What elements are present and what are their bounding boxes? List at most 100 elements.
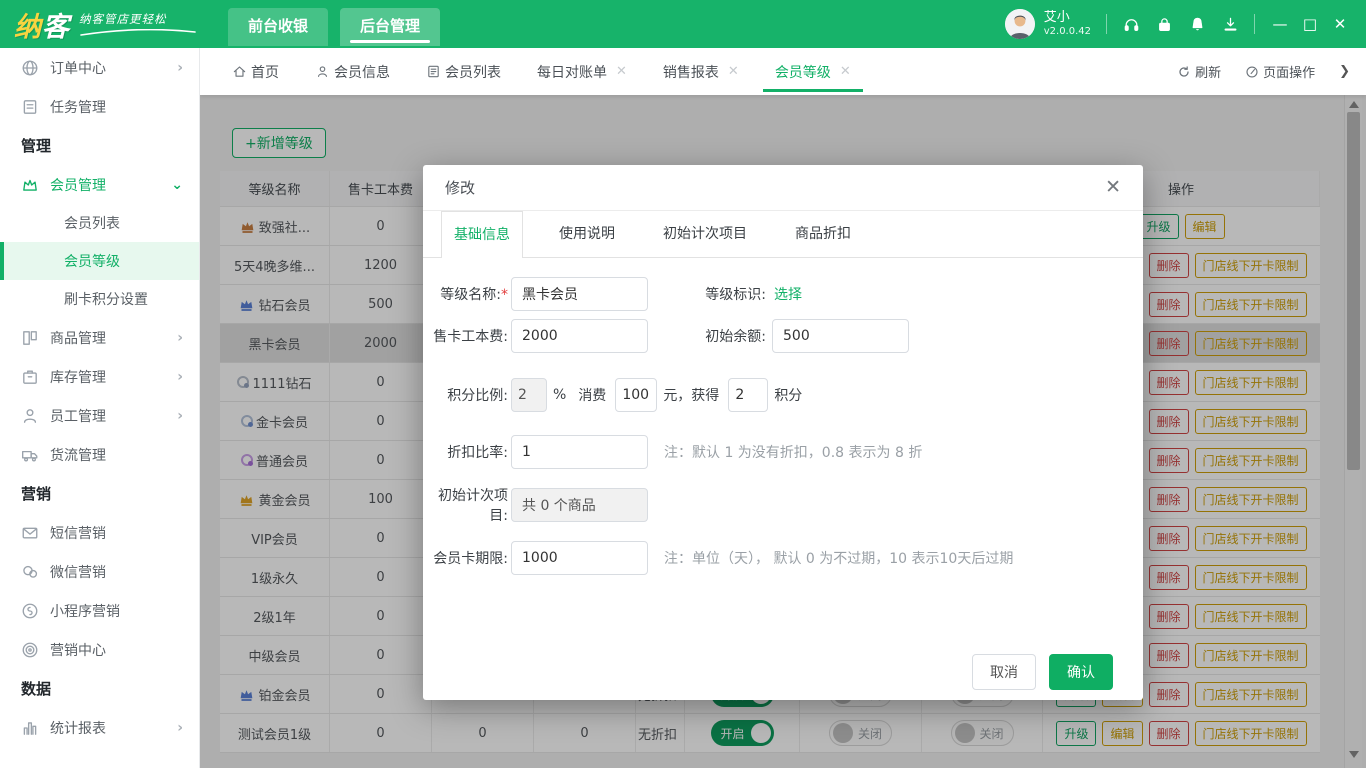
download-icon[interactable] — [1221, 15, 1239, 33]
chevron-icon: › — [177, 369, 183, 385]
globe-icon — [21, 59, 39, 77]
consume-amount-input[interactable] — [615, 378, 657, 412]
tab-每日对账单[interactable]: 每日对账单✕ — [529, 48, 635, 95]
chevron-right-icon[interactable]: ❯ — [1339, 64, 1350, 79]
sidebar-item-label: 任务管理 — [50, 97, 106, 117]
tab-label: 会员等级 — [775, 62, 831, 82]
mode-tab-admin[interactable]: 后台管理 — [340, 8, 440, 46]
sidebar-item-5[interactable]: 会员等级 — [0, 242, 199, 280]
logo-char-2: 客 — [42, 12, 70, 43]
sidebar-item-label: 货流管理 — [50, 445, 106, 465]
sidebar-item-10[interactable]: 货流管理 — [0, 435, 199, 474]
mode-tab-pos[interactable]: 前台收银 — [228, 8, 328, 46]
sidebar-item-1[interactable]: 任务管理 — [0, 87, 199, 126]
sidebar-item-label: 订单中心 — [50, 58, 106, 78]
tab-close-icon[interactable]: ✕ — [616, 64, 627, 79]
task-icon — [21, 98, 39, 116]
maximize-button[interactable]: □ — [1300, 17, 1320, 32]
modal-tab-使用说明[interactable]: 使用说明 — [547, 211, 627, 258]
modal-tab-基础信息[interactable]: 基础信息 — [441, 211, 523, 258]
sidebar-item-6[interactable]: 刷卡积分设置 — [0, 280, 199, 318]
member-info-icon — [315, 64, 330, 79]
lock-icon[interactable] — [1155, 15, 1173, 33]
sidebar-item-label: 小程序营销 — [50, 601, 120, 621]
tab-首页[interactable]: 首页 — [224, 48, 287, 95]
card-expire-input[interactable] — [511, 541, 648, 575]
slogan-swoosh — [79, 29, 197, 37]
truck-icon — [21, 446, 39, 464]
discount-label: 折扣比率: — [423, 442, 508, 462]
points-gain-input[interactable] — [728, 378, 768, 412]
divider — [1254, 14, 1255, 34]
member-list-icon — [426, 64, 441, 79]
user-name: 艾小 — [1044, 11, 1091, 26]
modal-header: 修改 ✕ — [423, 165, 1143, 211]
sidebar-item-label: 库存管理 — [50, 367, 106, 387]
tab-会员信息[interactable]: 会员信息 — [307, 48, 398, 95]
percent-label: % — [553, 387, 566, 403]
initial-balance-input[interactable] — [772, 319, 909, 353]
points-suffix-label: 积分 — [774, 385, 802, 405]
close-icon[interactable]: ✕ — [1105, 178, 1121, 197]
sidebar-item-17[interactable]: 统计报表› — [0, 708, 199, 747]
avatar[interactable] — [1005, 9, 1035, 39]
sidebar-section-label: 数据 — [0, 669, 199, 708]
refresh-button[interactable]: 刷新 — [1177, 62, 1221, 81]
tab-label: 首页 — [251, 62, 279, 82]
sidebar-item-15[interactable]: 营销中心 — [0, 630, 199, 669]
sidebar-item-9[interactable]: 员工管理› — [0, 396, 199, 435]
card-fee-input[interactable] — [511, 319, 648, 353]
app-version: v2.0.0.42 — [1044, 26, 1091, 38]
tab-close-icon[interactable]: ✕ — [728, 64, 739, 79]
sidebar-item-0[interactable]: 订单中心› — [0, 48, 199, 87]
top-header: 纳客 纳客管店更轻松 前台收银后台管理 艾小 v2.0.0.42 — □ ✕ — [0, 0, 1366, 48]
chevron-icon: › — [177, 408, 183, 424]
card-fee-label: 售卡工本费: — [423, 326, 508, 346]
crown-icon — [21, 176, 39, 194]
target-icon — [21, 641, 39, 659]
sidebar-item-label: 统计报表 — [50, 718, 106, 738]
discount-input[interactable] — [511, 435, 648, 469]
tab-会员等级[interactable]: 会员等级 ✕ — [767, 48, 859, 95]
sidebar-item-13[interactable]: 微信营销 — [0, 552, 199, 591]
modal-tab-初始计次项目[interactable]: 初始计次项目 — [651, 211, 759, 258]
form-row-discount: 折扣比率: 注：默认 1 为没有折扣，0.8 表示为 8 折 — [423, 435, 1143, 469]
initial-count-label: 初始计次项目: — [423, 485, 508, 525]
expire-note: 注：单位（天）， 默认 0 为不过期，10 表示10天后过期 — [664, 548, 1013, 568]
bell-icon[interactable] — [1188, 15, 1206, 33]
required-mark: * — [501, 287, 508, 303]
headset-icon[interactable] — [1122, 15, 1140, 33]
initial-count-input — [511, 488, 648, 522]
gauge-icon — [1245, 65, 1259, 79]
sidebar-item-7[interactable]: 商品管理› — [0, 318, 199, 357]
header-right: 艾小 v2.0.0.42 — □ ✕ — [1005, 9, 1366, 39]
consume-label: 消费 — [578, 385, 606, 405]
refresh-icon — [1177, 65, 1191, 79]
modal-tab-商品折扣[interactable]: 商品折扣 — [783, 211, 863, 258]
inventory-icon — [21, 368, 39, 386]
page-ops-button[interactable]: 页面操作 — [1245, 62, 1315, 81]
minimize-button[interactable]: — — [1270, 17, 1290, 32]
sidebar-item-8[interactable]: 库存管理 › — [0, 357, 199, 396]
user-info[interactable]: 艾小 v2.0.0.42 — [1044, 11, 1091, 37]
tab-会员列表[interactable]: 会员列表 — [418, 48, 509, 95]
discount-note: 注：默认 1 为没有折扣，0.8 表示为 8 折 — [664, 442, 922, 462]
tab-label: 会员列表 — [445, 62, 501, 82]
sidebar-item-4[interactable]: 会员列表 — [0, 204, 199, 242]
form-row-level-name: 等级名称:* 等级标识: 选择 — [423, 277, 1143, 311]
sidebar-item-3[interactable]: 会员管理⌄ — [0, 165, 199, 204]
close-button[interactable]: ✕ — [1330, 17, 1350, 32]
confirm-button[interactable]: 确认 — [1049, 654, 1113, 690]
form-row-points-ratio: 积分比例: % 消费 元，获得 积分 — [423, 378, 1143, 412]
tab-close-icon[interactable]: ✕ — [840, 64, 851, 79]
sidebar-section-label: 管理 — [0, 126, 199, 165]
tab-销售报表[interactable]: 销售报表✕ — [655, 48, 747, 95]
brand-logo: 纳客 纳客管店更轻松 — [0, 5, 228, 44]
cancel-button[interactable]: 取消 — [972, 654, 1036, 690]
sidebar-item-12[interactable]: 短信营销 — [0, 513, 199, 552]
sidebar-item-label: 营销中心 — [50, 640, 106, 660]
initial-balance-label: 初始余额: — [688, 326, 766, 346]
level-name-input[interactable] — [511, 277, 648, 311]
level-badge-select-link[interactable]: 选择 — [774, 284, 802, 304]
sidebar-item-14[interactable]: 小程序营销 — [0, 591, 199, 630]
